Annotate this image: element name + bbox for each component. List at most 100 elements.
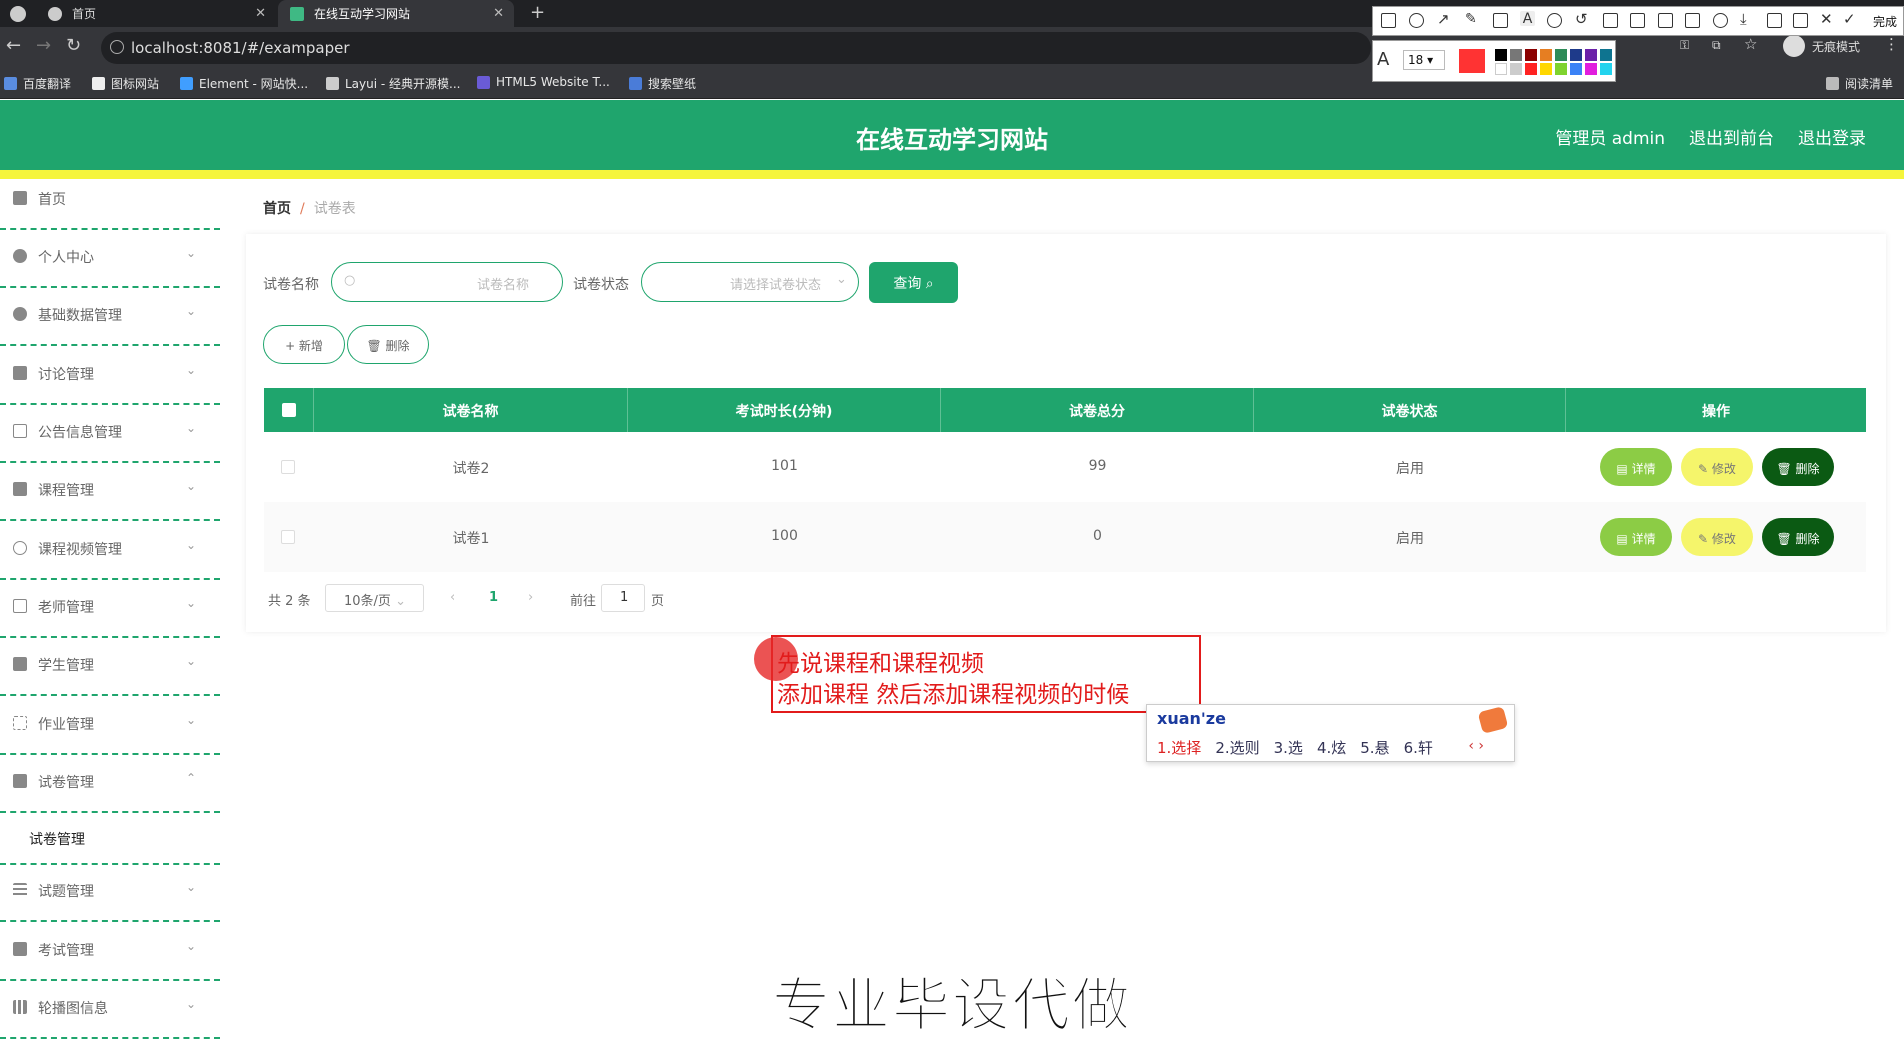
bookmark-item[interactable]: 搜索壁纸: [629, 75, 696, 92]
color-swatch[interactable]: [1525, 63, 1537, 75]
browser-tab-home[interactable]: 首页 ✕: [0, 0, 276, 27]
ime-candidate[interactable]: 6.轩: [1404, 737, 1433, 758]
user-icon: [13, 249, 27, 263]
ocr-icon[interactable]: [1630, 13, 1645, 28]
detail-button[interactable]: ▤ 详情: [1600, 518, 1672, 556]
download-icon[interactable]: ⤓: [1740, 10, 1755, 28]
save-icon[interactable]: [1767, 13, 1782, 28]
reload-icon[interactable]: ↻: [66, 35, 81, 56]
close-icon[interactable]: ✕: [1820, 10, 1835, 28]
sidebar-item-exampaper[interactable]: 试卷管理 ⌃: [0, 755, 220, 813]
sidebar-item-notice[interactable]: 公告信息管理 ⌄: [0, 405, 220, 463]
row-checkbox[interactable]: [281, 530, 295, 544]
color-swatch[interactable]: [1555, 63, 1567, 75]
font-size-select[interactable]: 18 ▾: [1403, 50, 1445, 70]
bookmark-item[interactable]: HTML5 Website T...: [477, 75, 610, 89]
next-page-icon[interactable]: ›: [528, 590, 533, 605]
color-swatch[interactable]: [1495, 49, 1507, 61]
to-front-link[interactable]: 退出到前台: [1689, 124, 1774, 149]
color-swatch[interactable]: [1510, 49, 1522, 61]
row-checkbox[interactable]: [281, 460, 295, 474]
done-button[interactable]: 完成: [1873, 13, 1897, 30]
ellipse-tool-icon[interactable]: [1409, 13, 1424, 28]
color-swatch[interactable]: [1585, 63, 1597, 75]
rectangle-tool-icon[interactable]: [1381, 13, 1396, 28]
text-tool-icon[interactable]: A: [1520, 11, 1535, 27]
bookmark-icon[interactable]: [1793, 13, 1808, 28]
bookmark-item[interactable]: Element - 网站快...: [180, 75, 308, 92]
arrow-tool-icon[interactable]: ↗: [1437, 10, 1452, 28]
long-capture-icon[interactable]: [1685, 13, 1700, 28]
sidebar-item-profile[interactable]: 个人中心 ⌄: [0, 230, 220, 288]
step-tool-icon[interactable]: [1547, 13, 1562, 28]
bookmark-item[interactable]: Layui - 经典开源模...: [326, 75, 460, 92]
bookmark-item[interactable]: 图标网站: [92, 75, 159, 92]
briefcase-icon: [13, 657, 27, 671]
ime-candidate[interactable]: 3.选: [1274, 737, 1303, 758]
status-select[interactable]: 请选择试卷状态 ⌄: [641, 262, 859, 302]
color-swatch[interactable]: [1570, 49, 1582, 61]
color-swatch[interactable]: [1570, 63, 1582, 75]
new-tab-icon[interactable]: +: [530, 2, 545, 23]
color-swatch[interactable]: [1525, 49, 1537, 61]
select-all-checkbox[interactable]: [282, 403, 296, 417]
sidebar-item-student[interactable]: 学生管理 ⌄: [0, 638, 220, 696]
color-swatch[interactable]: [1510, 63, 1522, 75]
query-button[interactable]: 查询 ⌕: [869, 262, 958, 303]
info-icon[interactable]: [110, 40, 124, 54]
record-icon[interactable]: [1713, 13, 1728, 28]
col-header: 考试时长(分钟): [628, 388, 941, 432]
color-swatch[interactable]: [1540, 49, 1552, 61]
name-search-input[interactable]: ○ 试卷名称: [331, 262, 563, 302]
browser-tab-active[interactable]: 在线互动学习网站 ✕: [278, 0, 514, 27]
edit-button[interactable]: ✎ 修改: [1681, 518, 1753, 556]
forward-icon[interactable]: →: [36, 35, 51, 56]
page-size-select[interactable]: 10条/页 ⌄: [325, 584, 424, 612]
ime-candidate[interactable]: 4.炫: [1317, 737, 1346, 758]
color-swatch[interactable]: [1495, 63, 1507, 75]
close-tab-icon[interactable]: ✕: [255, 6, 266, 21]
mosaic-tool-icon[interactable]: [1493, 13, 1508, 28]
current-color-swatch[interactable]: [1459, 49, 1485, 73]
ime-next-page-icon[interactable]: ‹ ›: [1468, 738, 1484, 754]
pin-icon[interactable]: [1603, 13, 1618, 28]
sidebar-item-course[interactable]: 课程管理 ⌄: [0, 463, 220, 521]
sidebar-item-course-video[interactable]: 课程视频管理 ⌄: [0, 522, 220, 580]
page-number[interactable]: 1: [489, 590, 498, 605]
sidebar-item-discussion[interactable]: 讨论管理 ⌄: [0, 347, 220, 405]
ime-candidate[interactable]: 5.悬: [1360, 737, 1389, 758]
check-icon[interactable]: ✓: [1843, 10, 1858, 28]
edit-button[interactable]: ✎ 修改: [1681, 448, 1753, 486]
color-swatch[interactable]: [1600, 49, 1612, 61]
pen-tool-icon[interactable]: ✎: [1465, 11, 1480, 27]
goto-page-input[interactable]: 1: [601, 584, 645, 612]
batch-delete-button[interactable]: 🗑 删除: [347, 325, 429, 364]
prev-page-icon[interactable]: ‹: [450, 590, 455, 605]
sidebar-item-homework[interactable]: 作业管理 ⌄: [0, 697, 220, 755]
color-swatch[interactable]: [1540, 63, 1552, 75]
url-input[interactable]: localhost:8081/#/exampaper: [101, 32, 1371, 64]
add-button[interactable]: + 新增: [263, 325, 345, 364]
ime-candidate[interactable]: 2.选则: [1215, 737, 1259, 758]
color-swatch[interactable]: [1555, 49, 1567, 61]
breadcrumb-home[interactable]: 首页: [263, 201, 291, 217]
sidebar-item-teacher[interactable]: 老师管理 ⌄: [0, 580, 220, 638]
ime-candidate-window: xuan'ze 1.选择 2.选则 3.选 4.炫 5.悬 6.轩 ‹ ›: [1146, 704, 1515, 762]
color-swatch[interactable]: [1585, 49, 1597, 61]
undo-icon[interactable]: ↺: [1575, 10, 1590, 28]
color-swatch[interactable]: [1600, 63, 1612, 75]
delete-button[interactable]: 🗑 删除: [1762, 518, 1834, 556]
ime-candidate[interactable]: 1.选择: [1157, 737, 1201, 758]
sidebar-item-question[interactable]: 试题管理 ⌄: [0, 864, 220, 922]
close-tab-icon[interactable]: ✕: [493, 6, 504, 21]
detail-button[interactable]: ▤ 详情: [1600, 448, 1672, 486]
logout-link[interactable]: 退出登录: [1798, 124, 1866, 149]
sidebar-item-home[interactable]: 首页: [0, 172, 220, 230]
sidebar-item-basic-data[interactable]: 基础数据管理 ⌄: [0, 288, 220, 346]
back-icon[interactable]: ←: [6, 35, 21, 56]
sidebar-subitem-exampaper[interactable]: 试卷管理: [0, 813, 220, 865]
reading-list[interactable]: 阅读清单: [1826, 75, 1893, 92]
bookmark-item[interactable]: 百度翻译: [4, 75, 71, 92]
translate-tool-icon[interactable]: [1658, 13, 1673, 28]
delete-button[interactable]: 🗑 删除: [1762, 448, 1834, 486]
